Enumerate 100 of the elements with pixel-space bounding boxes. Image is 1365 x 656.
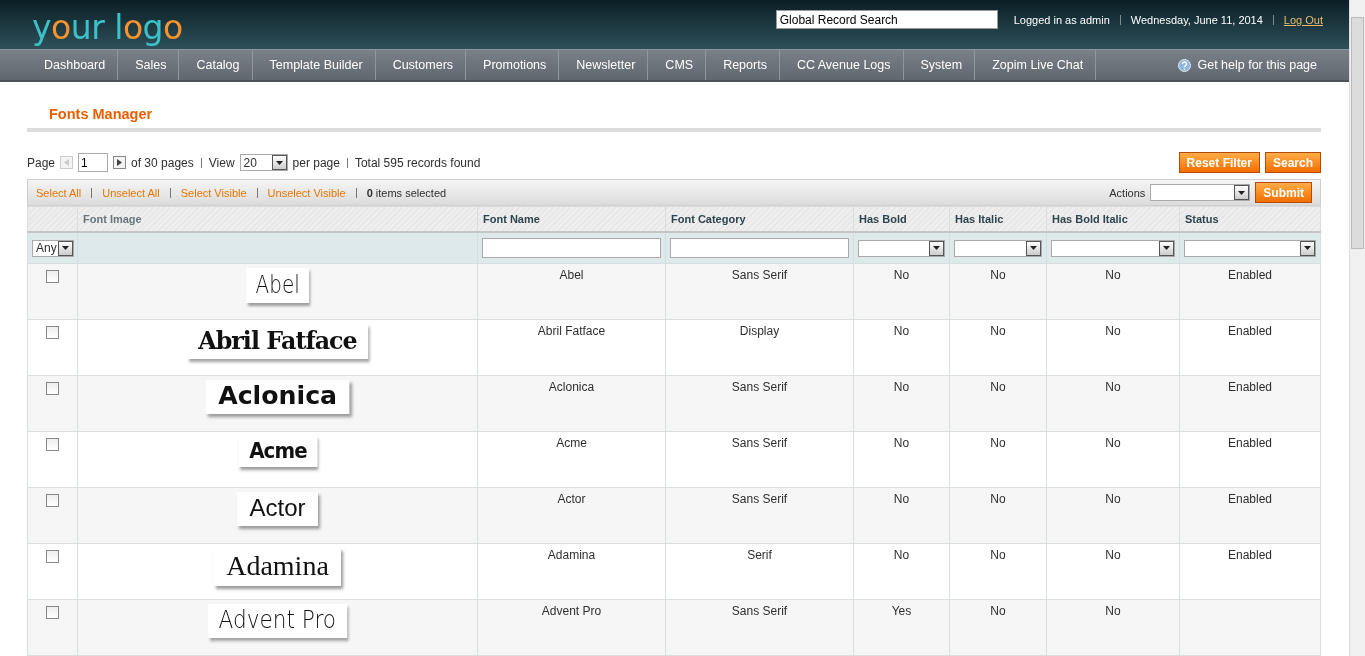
table-cell: Yes [891,604,912,618]
actions-select[interactable] [1150,184,1251,201]
font-sample: Abel [245,268,310,303]
table-cell: No [1105,268,1121,282]
table-cell: Sans Serif [731,380,788,394]
table-cell: Abel [559,268,584,282]
dropdown-caret-icon[interactable] [58,240,73,256]
column-header[interactable]: Font Name [477,206,666,232]
column-header[interactable]: Has Bold [853,206,950,232]
font-sample: Aclonica [205,380,350,414]
nav-item[interactable]: Dashboard [27,50,119,80]
filter-select[interactable] [1184,239,1316,257]
filter-field[interactable] [482,238,661,258]
column-header[interactable]: Font Category [665,206,854,232]
table-cell: Sans Serif [731,604,788,618]
scrollbar[interactable] [1349,0,1365,656]
row-checkbox[interactable] [46,270,59,283]
nav-item[interactable]: Template Builder [252,50,376,80]
table-cell: Aclonica [548,380,595,394]
table-cell: No [893,324,910,338]
table-cell: Enabled [1227,380,1272,394]
filter-select[interactable] [954,239,1042,257]
nav-item[interactable]: CC Avenue Logs [779,50,904,80]
table-cell: Adamina [547,548,596,562]
nav-item[interactable]: Sales [118,50,180,80]
table-cell: No [990,548,1006,562]
help-link[interactable]: Get help for this page [1178,58,1317,72]
table-cell: No [1105,548,1121,562]
table-cell: No [1105,324,1121,338]
row-checkbox[interactable] [46,550,59,563]
filter-button[interactable]: Search [1264,152,1321,173]
table-cell: Sans Serif [731,492,788,506]
table-cell: No [893,548,910,562]
page-count: of 30 pages [131,155,194,170]
nav-item[interactable]: Promotions [466,50,560,80]
font-sample: Actor [237,492,318,526]
table-cell: No [990,604,1006,618]
table-cell: No [1105,436,1121,450]
nav-item[interactable]: Reports [706,50,780,80]
table-cell: Serif [747,548,772,562]
table-cell: No [893,436,910,450]
nav-item[interactable]: System [903,50,976,80]
next-page-icon[interactable] [113,156,127,169]
per-page-label: per page [292,155,340,170]
page-field[interactable]: 1 [78,153,109,172]
filter-select[interactable] [858,239,945,257]
selected-count: 0 items selected [366,186,447,199]
nav-item[interactable]: Catalog [179,50,253,80]
row-checkbox[interactable] [46,326,59,339]
page-label: Page [27,155,56,170]
nav-item[interactable]: CMS [648,50,707,80]
select-link[interactable]: Select All [36,186,82,199]
dropdown-caret-icon[interactable] [1159,240,1174,256]
table-cell: No [990,436,1006,450]
row-checkbox[interactable] [46,438,59,451]
table-cell: Enabled [1227,268,1272,282]
select-link[interactable]: Select Visible [180,186,247,199]
table-cell: Display [739,324,780,338]
column-header[interactable]: Status [1179,206,1321,232]
table-cell: No [893,492,910,506]
table-cell: Advent Pro [541,604,602,618]
filter-select[interactable] [1051,239,1175,257]
table-cell: Enabled [1227,548,1272,562]
row-checkbox[interactable] [46,382,59,395]
global-search-field[interactable]: Global Record Search [775,10,998,29]
table-cell: Actor [557,492,586,506]
nav-item[interactable]: Newsletter [559,50,649,80]
nav-item[interactable]: Customers [375,50,467,80]
row-checkbox[interactable] [46,606,59,619]
dropdown-caret-icon[interactable] [1026,240,1041,256]
table-cell: Acme [556,436,587,450]
help-icon [1178,58,1192,72]
per-page-select[interactable]: 20 [239,154,288,171]
dropdown-caret-icon[interactable] [1234,185,1250,200]
filter-field[interactable] [670,238,849,258]
column-header[interactable]: Font Image [77,206,478,232]
font-sample: Adamina [214,548,341,586]
column-header[interactable]: Has Italic [949,206,1047,232]
table-cell: Sans Serif [731,436,788,450]
select-link[interactable]: Unselect All [102,186,160,199]
select-link[interactable]: Unselect Visible [267,186,346,199]
nav-item[interactable]: Zopim Live Chat [975,50,1097,80]
dropdown-caret-icon[interactable] [929,240,944,256]
dropdown-caret-icon[interactable] [1300,240,1315,256]
table-cell: No [1105,380,1121,394]
logo[interactable]: your logo [32,8,183,47]
table-cell: No [990,380,1006,394]
table-cell: Enabled [1227,492,1272,506]
table-cell: No [990,492,1006,506]
table-cell: No [990,268,1006,282]
dropdown-caret-icon[interactable] [271,155,287,170]
table-cell: Enabled [1227,324,1272,338]
font-sample: Acme [237,436,318,467]
font-sample: Advent Pro [207,604,348,638]
checkbox-filter-select[interactable]: Any [32,239,74,257]
column-header[interactable]: Has Bold Italic [1046,206,1180,232]
font-sample: Abril Fatface [186,324,369,359]
row-checkbox[interactable] [46,494,59,507]
table-cell: No [1105,492,1121,506]
logout-link[interactable]: Log Out [1283,13,1323,26]
